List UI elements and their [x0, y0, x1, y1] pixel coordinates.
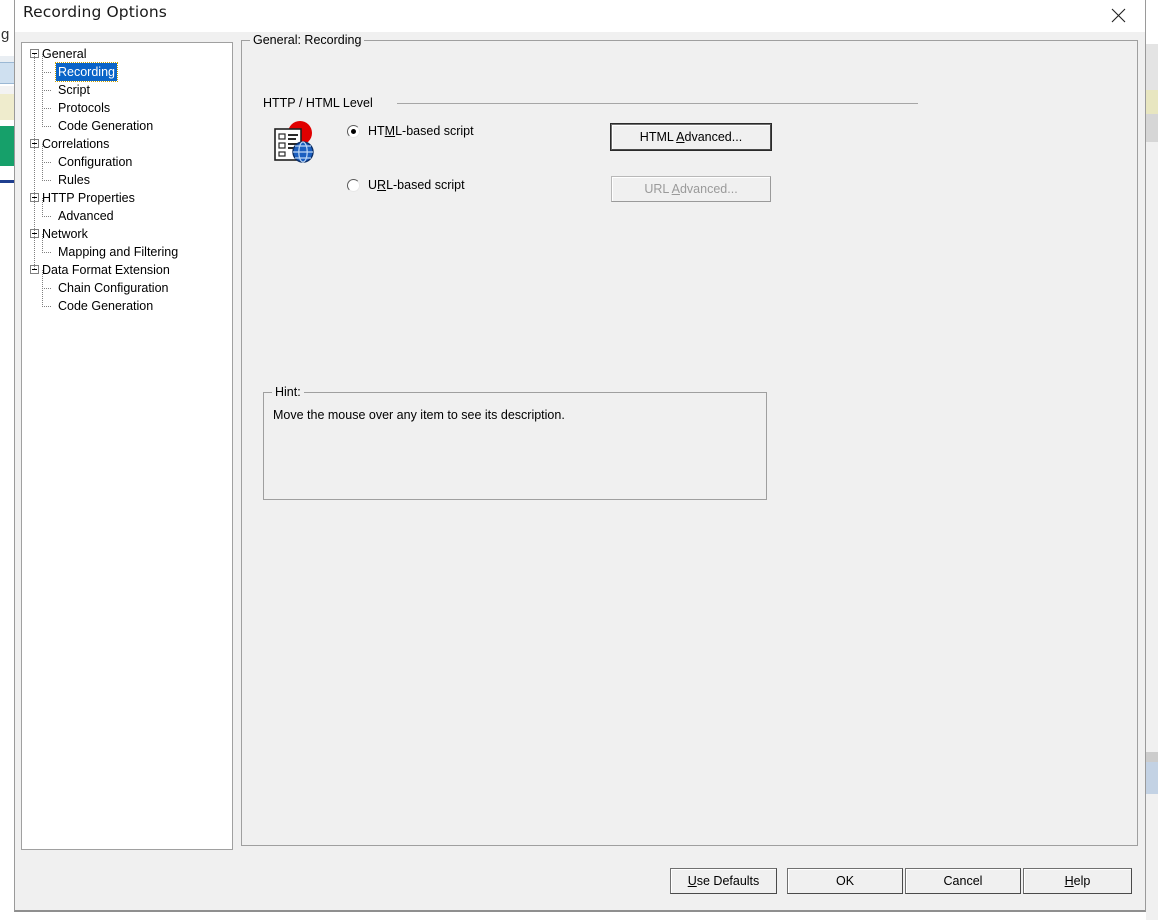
- tree-item-configuration[interactable]: Configuration: [22, 153, 232, 171]
- dialog-title: Recording Options: [23, 3, 167, 21]
- tree-item-label: Mapping and Filtering: [58, 245, 179, 259]
- tree-item-label: Script: [58, 83, 90, 97]
- tree-connector: [42, 90, 52, 91]
- tree-item-label: Advanced: [58, 209, 114, 223]
- tree-connector: [42, 306, 52, 307]
- tree-item-script[interactable]: Script: [22, 81, 232, 99]
- bg-fragment: [1146, 762, 1158, 794]
- tree-item-label: Protocols: [58, 101, 111, 115]
- bg-fragment: [1146, 90, 1158, 114]
- tree-item-code-generation[interactable]: Code Generation: [22, 297, 232, 315]
- bg-fragment: [1146, 44, 1158, 90]
- html-radio-indicator[interactable]: [347, 125, 360, 138]
- tree-connector: [42, 180, 52, 181]
- tree-item-protocols[interactable]: Protocols: [22, 99, 232, 117]
- tree-item-label: Recording: [55, 62, 118, 82]
- html-advanced-button[interactable]: HTML Advanced...: [611, 124, 771, 150]
- bg-fragment: g: [0, 26, 14, 44]
- tree-connector: [42, 252, 52, 253]
- hint-group: Hint: Move the mouse over any item to se…: [263, 385, 767, 500]
- hint-title: Hint:: [272, 385, 304, 399]
- tree-item-label: Code Generation: [58, 119, 154, 133]
- background-window-left-strip: g: [0, 0, 14, 920]
- help-button[interactable]: Help: [1023, 868, 1132, 894]
- tree-connector: [42, 126, 52, 127]
- bg-fragment: [1146, 752, 1158, 762]
- tree-item-data-format-extension[interactable]: Data Format Extension: [22, 261, 232, 279]
- url-based-script-label: URL-based script: [368, 178, 465, 192]
- bg-fragment: [0, 0, 14, 26]
- tree-connector: [42, 72, 52, 73]
- tree-item-label: HTTP Properties: [42, 191, 135, 205]
- tree-item-correlations[interactable]: Correlations: [22, 135, 232, 153]
- tree-child-spine: [42, 198, 43, 216]
- bg-fragment: [1146, 142, 1158, 752]
- dialog-client-area: General Recording Script Protocols Code Gene…: [15, 32, 1145, 910]
- url-advanced-button: URL Advanced...: [611, 176, 771, 202]
- dialog-titlebar: Recording Options: [15, 0, 1145, 32]
- bg-fragment: [0, 166, 14, 180]
- tree-item-rules[interactable]: Rules: [22, 171, 232, 189]
- tree-item-label: Data Format Extension: [42, 263, 170, 277]
- tree-item-network[interactable]: Network: [22, 225, 232, 243]
- tree-connector: [42, 108, 52, 109]
- tree-item-chain-configuration[interactable]: Chain Configuration: [22, 279, 232, 297]
- tree-root-spine: [34, 54, 35, 270]
- bg-fragment: [1146, 794, 1158, 920]
- tree-connector: [42, 162, 52, 163]
- tree-item-label: Rules: [58, 173, 90, 187]
- tree-item-label: Chain Configuration: [58, 281, 169, 295]
- url-radio-indicator[interactable]: [347, 179, 360, 192]
- tree-item-mapping-and-filtering[interactable]: Mapping and Filtering: [22, 243, 232, 261]
- bg-fragment: [0, 94, 14, 120]
- tree-item-code-generation[interactable]: Code Generation: [22, 117, 232, 135]
- use-defaults-button[interactable]: Use Defaults: [670, 868, 777, 894]
- bg-fragment: [0, 62, 14, 84]
- group-title: General: Recording: [250, 33, 365, 47]
- background-window-right-strip: [1146, 0, 1158, 920]
- bg-fragment: [1146, 0, 1158, 44]
- tree-connector: [42, 288, 52, 289]
- section-divider: [397, 103, 918, 104]
- html-script-globe-icon: [272, 119, 318, 165]
- tree-item-recording[interactable]: Recording: [22, 62, 232, 82]
- tree-item-http-properties[interactable]: HTTP Properties: [22, 189, 232, 207]
- http-html-level-label: HTTP / HTML Level: [263, 96, 373, 110]
- bg-fragment: [1146, 114, 1158, 142]
- ok-button[interactable]: OK: [787, 868, 903, 894]
- tree-item-label: Configuration: [58, 155, 133, 169]
- tree-connector: [42, 216, 52, 217]
- hint-text: Move the mouse over any item to see its …: [273, 408, 565, 422]
- recording-options-dialog: Recording Options General Recording Script…: [14, 0, 1146, 912]
- tree-item-label: Correlations: [42, 137, 110, 151]
- tree-item-label: General: [42, 47, 87, 61]
- close-icon[interactable]: [1095, 0, 1141, 31]
- html-based-script-label: HTML-based script: [368, 124, 474, 138]
- tree-child-spine: [42, 144, 43, 180]
- tree-item-label: Network: [42, 227, 88, 241]
- tree-item-general[interactable]: General: [22, 45, 232, 63]
- tree-item-advanced[interactable]: Advanced: [22, 207, 232, 225]
- bg-fragment: [0, 86, 14, 94]
- tree-child-spine: [42, 234, 43, 252]
- bg-fragment: [0, 126, 14, 166]
- settings-tree[interactable]: General Recording Script Protocols Code Gene…: [21, 42, 233, 850]
- cancel-button[interactable]: Cancel: [905, 868, 1021, 894]
- tree-child-spine: [42, 54, 43, 126]
- tree-child-spine: [42, 270, 43, 306]
- bg-fragment: [0, 183, 14, 920]
- general-recording-group: General: Recording HTTP / HTML Level HTM…: [241, 33, 1138, 846]
- tree-item-label: Code Generation: [58, 299, 154, 313]
